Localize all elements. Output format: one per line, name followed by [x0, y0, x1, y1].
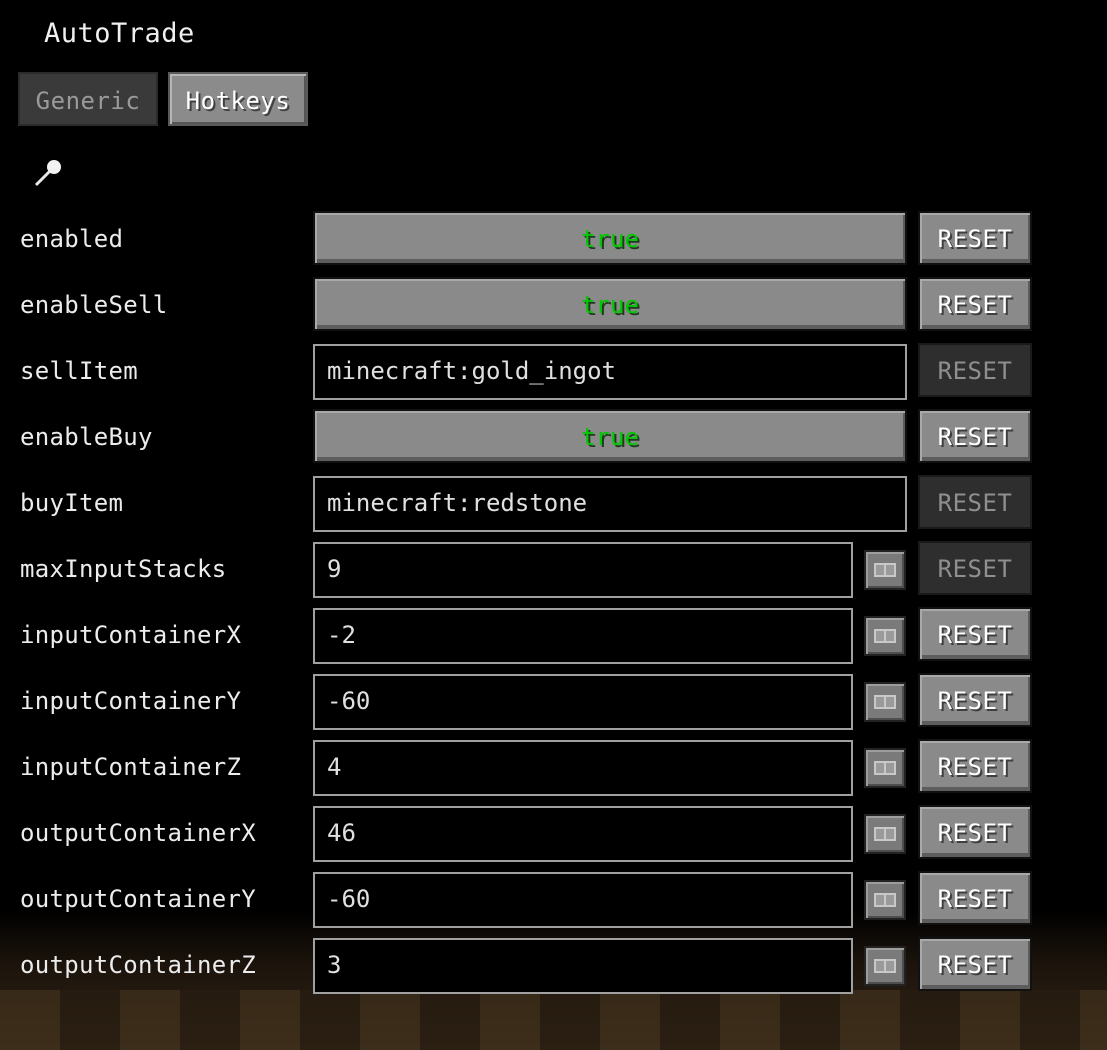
config-label: inputContainerY [20, 687, 242, 715]
config-label: buyItem [20, 489, 124, 517]
coordinate-picker-icon[interactable] [864, 682, 906, 722]
picker-glyph [874, 629, 896, 643]
search-icon[interactable] [32, 158, 66, 188]
number-input[interactable]: 9 [313, 542, 853, 598]
config-row-maxInputStacks: maxInputStacks 9 RESET [0, 541, 1107, 598]
config-label: inputContainerX [20, 621, 242, 649]
config-row-inputContainerZ: inputContainerZ 4 RESET [0, 739, 1107, 796]
config-label: inputContainerZ [20, 753, 242, 781]
coordinate-picker-icon[interactable] [864, 550, 906, 590]
reset-button[interactable]: RESET [918, 409, 1032, 463]
config-label: enableSell [20, 291, 168, 319]
reset-button[interactable]: RESET [918, 211, 1032, 265]
picker-glyph [874, 695, 896, 709]
reset-button[interactable]: RESET [918, 739, 1032, 793]
config-row-enableSell: enableSell true RESET [0, 277, 1107, 333]
reset-button[interactable]: RESET [918, 937, 1032, 991]
config-label: enabled [20, 225, 124, 253]
reset-button[interactable]: RESET [918, 871, 1032, 925]
config-row-enableBuy: enableBuy true RESET [0, 409, 1107, 465]
reset-button[interactable]: RESET [918, 277, 1032, 331]
number-input[interactable]: 3 [313, 938, 853, 994]
toggle-button[interactable]: true [313, 277, 907, 331]
config-row-outputContainerY: outputContainerY -60 RESET [0, 871, 1107, 928]
number-input[interactable]: -60 [313, 872, 853, 928]
config-label: enableBuy [20, 423, 153, 451]
picker-glyph [874, 563, 896, 577]
toggle-button[interactable]: true [313, 409, 907, 463]
config-row-buyItem: buyItem minecraft:redstone RESET [0, 475, 1107, 532]
number-input[interactable]: -2 [313, 608, 853, 664]
coordinate-picker-icon[interactable] [864, 616, 906, 656]
reset-button[interactable]: RESET [918, 475, 1032, 529]
coordinate-picker-icon[interactable] [864, 946, 906, 986]
config-row-inputContainerX: inputContainerX -2 RESET [0, 607, 1107, 664]
config-row-sellItem: sellItem minecraft:gold_ingot RESET [0, 343, 1107, 400]
coordinate-picker-icon[interactable] [864, 880, 906, 920]
picker-glyph [874, 761, 896, 775]
tab-hotkeys[interactable]: Hotkeys [168, 72, 308, 126]
reset-button[interactable]: RESET [918, 541, 1032, 595]
config-row-outputContainerX: outputContainerX 46 RESET [0, 805, 1107, 862]
toggle-button[interactable]: true [313, 211, 907, 265]
reset-button[interactable]: RESET [918, 607, 1032, 661]
config-label: outputContainerZ [20, 951, 256, 979]
coordinate-picker-icon[interactable] [864, 748, 906, 788]
page-title: AutoTrade [44, 18, 195, 49]
reset-button[interactable]: RESET [918, 343, 1032, 397]
config-label: maxInputStacks [20, 555, 227, 583]
picker-glyph [874, 827, 896, 841]
number-input[interactable]: 46 [313, 806, 853, 862]
number-input[interactable]: 4 [313, 740, 853, 796]
config-row-enabled: enabled true RESET [0, 211, 1107, 267]
number-input[interactable]: -60 [313, 674, 853, 730]
config-label: outputContainerY [20, 885, 256, 913]
picker-glyph [874, 959, 896, 973]
text-input[interactable]: minecraft:redstone [313, 476, 907, 532]
config-row-outputContainerZ: outputContainerZ 3 RESET [0, 937, 1107, 994]
tab-generic[interactable]: Generic [18, 72, 158, 126]
text-input[interactable]: minecraft:gold_ingot [313, 344, 907, 400]
config-label: outputContainerX [20, 819, 256, 847]
picker-glyph [874, 893, 896, 907]
reset-button[interactable]: RESET [918, 805, 1032, 859]
coordinate-picker-icon[interactable] [864, 814, 906, 854]
config-row-inputContainerY: inputContainerY -60 RESET [0, 673, 1107, 730]
reset-button[interactable]: RESET [918, 673, 1032, 727]
config-label: sellItem [20, 357, 138, 385]
